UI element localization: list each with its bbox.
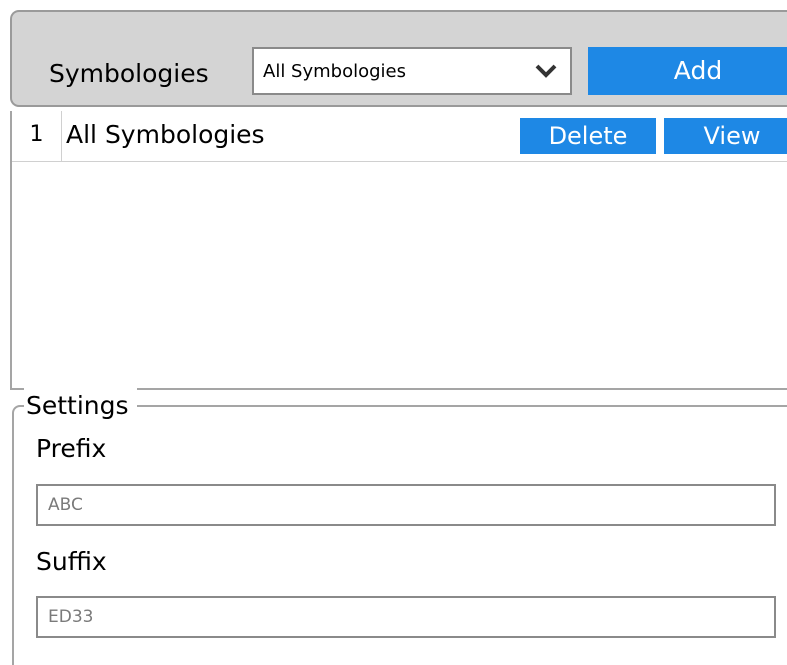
chevron-down-icon [535,64,557,78]
prefix-input[interactable] [36,484,776,526]
table-row[interactable]: 1 All Symbologies Delete View [12,111,787,162]
symbologies-label: Symbologies [49,59,209,88]
suffix-input[interactable] [36,596,776,638]
symbology-table: 1 All Symbologies Delete View [10,111,787,390]
prefix-label: Prefix [36,434,107,463]
suffix-label: Suffix [36,547,107,576]
delete-button[interactable]: Delete [520,118,656,154]
symbology-select-value: All Symbologies [263,61,406,82]
add-button[interactable]: Add [588,47,787,95]
view-button[interactable]: View [664,118,787,154]
symbology-select[interactable]: All Symbologies [252,47,572,95]
row-index: 1 [12,111,62,161]
settings-legend: Settings [24,388,137,424]
row-symbology-name: All Symbologies [66,120,265,149]
symbology-toolbar: Symbologies All Symbologies Add [10,10,787,107]
